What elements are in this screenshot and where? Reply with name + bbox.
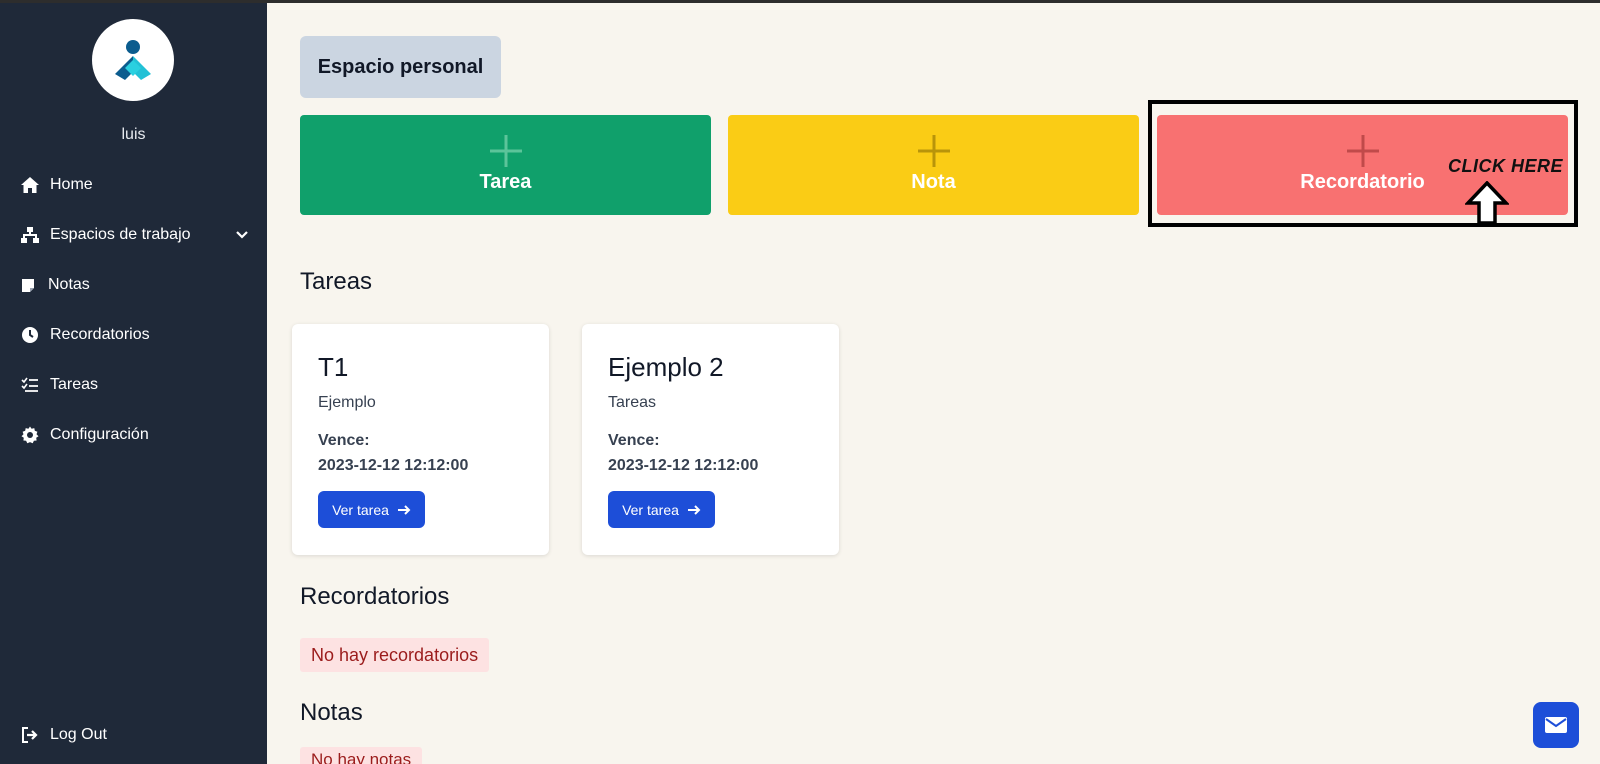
task-due-date: 2023-12-12 12:12:00 [318,457,469,474]
arrow-right-icon [397,504,411,515]
sidebar-item-home[interactable]: Home [20,170,250,200]
view-task-button[interactable]: Ver tarea [608,491,715,528]
task-due-label: Vence: [608,432,660,449]
mail-icon [1545,717,1567,733]
workspace-title[interactable]: Espacio personal [300,36,501,98]
sidebar-item-tareas[interactable]: Tareas [20,370,250,400]
logout-label: Log Out [50,726,107,743]
sidebar-item-label: Notas [48,276,90,293]
sidebar-item-label: Home [50,176,93,193]
task-title: T1 [318,352,349,382]
section-title-tareas: Tareas [300,268,373,295]
task-card: T1 Ejemplo Vence: 2023-12-12 12:12:00 Ve… [292,324,549,555]
username: luis [121,126,146,143]
arrow-right-icon [687,504,701,515]
sidebar-item-label: Espacios de trabajo [50,226,191,243]
task-description: Tareas [608,394,657,411]
clock-icon [20,325,40,345]
chevron-down-icon[interactable] [234,226,250,247]
window-top-border [0,0,1600,3]
empty-notas-badge: No hay notas [300,747,423,764]
view-task-button[interactable]: Ver tarea [318,491,425,528]
click-here-annotation: CLICK HERE [1448,156,1564,176]
sidebar-item-label: Tareas [50,376,99,393]
sidebar-item-notas[interactable]: Notas [20,270,250,300]
sidebar-item-label: Recordatorios [50,326,150,343]
section-title-recordatorios: Recordatorios [300,583,450,610]
task-title: Ejemplo 2 [608,352,724,382]
task-due-label: Vence: [318,432,370,449]
checklist-icon [20,375,40,395]
plus-icon [917,135,950,167]
mail-button[interactable] [1533,702,1579,748]
avatar[interactable] [92,19,174,101]
note-icon [20,275,36,295]
create-nota-button[interactable]: Nota [728,115,1139,215]
task-description: Ejemplo [318,394,376,411]
sidebar-item-espacios[interactable]: Espacios de trabajo [20,220,250,250]
sitemap-icon [20,225,40,245]
home-icon [20,175,40,195]
create-tarea-label: Tarea [479,171,532,193]
logout-button[interactable]: Log Out [20,720,250,750]
section-title-notas: Notas [300,699,363,726]
user-logo-icon [115,40,151,80]
plus-icon [489,135,522,167]
create-nota-label: Nota [911,171,956,193]
create-tarea-button[interactable]: Tarea [300,115,711,215]
task-due-date: 2023-12-12 12:12:00 [608,457,759,474]
sidebar: luis Home Espacios de trabajo Notas Reco… [0,0,267,764]
view-task-label: Ver tarea [622,501,679,518]
up-arrow-icon [1465,181,1509,225]
sidebar-item-configuracion[interactable]: Configuración [20,420,250,450]
gear-icon [20,425,40,445]
sidebar-item-recordatorios[interactable]: Recordatorios [20,320,250,350]
view-task-label: Ver tarea [332,501,389,518]
task-card: Ejemplo 2 Tareas Vence: 2023-12-12 12:12… [582,324,839,555]
logout-icon [20,725,40,745]
empty-recordatorios-badge: No hay recordatorios [300,638,490,672]
sidebar-item-label: Configuración [50,426,149,443]
